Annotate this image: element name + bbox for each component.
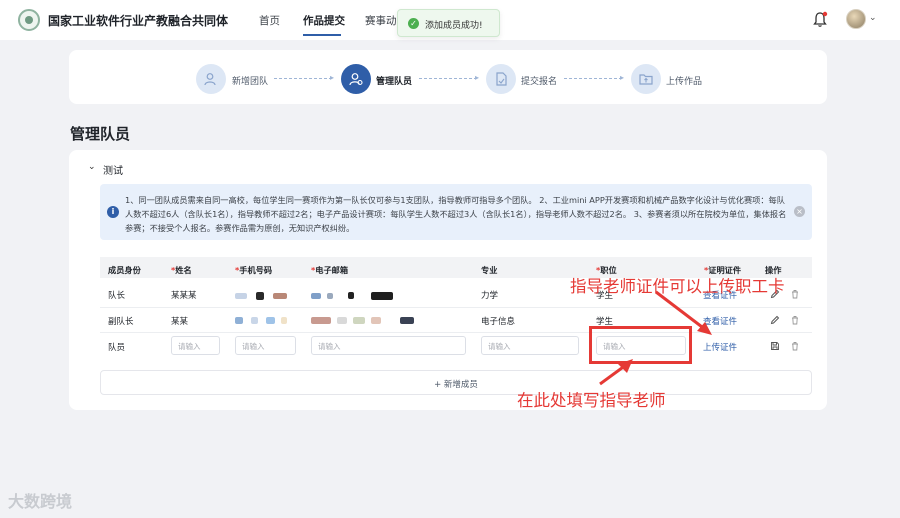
redacted-phone bbox=[235, 293, 247, 299]
col-role: 成员身份 bbox=[108, 265, 141, 275]
step-label-upload-work: 上传作品 bbox=[666, 77, 703, 87]
save-icon[interactable] bbox=[770, 341, 780, 351]
col-major: 专业 bbox=[481, 265, 498, 275]
step-manage-members[interactable] bbox=[341, 64, 371, 94]
redacted-email bbox=[400, 317, 414, 324]
row-divider bbox=[100, 332, 812, 333]
step-connector bbox=[564, 78, 622, 79]
redacted-email bbox=[371, 317, 381, 324]
annotation-fill-teacher: 在此处填写指导老师 bbox=[517, 391, 666, 410]
delete-icon[interactable] bbox=[790, 341, 800, 351]
redacted-email bbox=[371, 292, 393, 300]
check-icon: ✓ bbox=[408, 18, 419, 29]
redacted-email bbox=[311, 317, 331, 324]
success-toast: ✓ 添加成员成功! bbox=[397, 9, 500, 37]
step-submit-registration[interactable] bbox=[486, 64, 516, 94]
user-avatar[interactable] bbox=[846, 9, 866, 29]
chevron-down-icon[interactable]: ⌄ bbox=[88, 162, 96, 172]
info-icon: i bbox=[107, 206, 119, 218]
upload-certificate-link[interactable]: 上传证件 bbox=[703, 341, 737, 353]
cell-name: 某某 bbox=[171, 317, 189, 327]
redacted-phone bbox=[235, 317, 243, 324]
team-icon bbox=[349, 73, 363, 86]
redacted-email bbox=[353, 317, 365, 324]
cell-role: 队员 bbox=[108, 343, 126, 353]
watermark: 大数跨境 bbox=[8, 492, 73, 511]
page-title: 管理队员 bbox=[70, 125, 131, 143]
cell-name: 某某某 bbox=[171, 291, 197, 301]
step-connector bbox=[274, 78, 332, 79]
annotation-highlight-box bbox=[589, 326, 692, 364]
close-icon[interactable]: × bbox=[794, 206, 805, 217]
upload-folder-icon bbox=[639, 74, 653, 85]
email-input[interactable]: 请输入 bbox=[311, 336, 466, 355]
redacted-email bbox=[311, 293, 321, 299]
step-connector bbox=[419, 78, 477, 79]
add-user-icon bbox=[204, 73, 216, 86]
logo-icon[interactable] bbox=[18, 9, 40, 31]
step-label-manage-members: 管理队员 bbox=[376, 77, 413, 87]
major-input[interactable]: 请输入 bbox=[481, 336, 579, 355]
col-phone: *手机号码 bbox=[235, 265, 273, 275]
nav-home[interactable]: 首页 bbox=[259, 13, 280, 28]
bell-icon[interactable] bbox=[812, 11, 828, 28]
arrow-right-icon: ▸ bbox=[330, 73, 335, 82]
toast-message: 添加成员成功! bbox=[425, 21, 483, 31]
redacted-email bbox=[327, 293, 333, 299]
brand-title: 国家工业软件行业产教融合共同体 bbox=[48, 14, 229, 28]
edit-icon[interactable] bbox=[770, 315, 780, 325]
document-icon bbox=[496, 72, 507, 86]
redacted-email bbox=[337, 317, 347, 324]
nav-news[interactable]: 赛事动态 bbox=[365, 13, 397, 28]
chevron-down-icon[interactable]: ⌄ bbox=[869, 13, 877, 23]
view-certificate-link[interactable]: 查看证件 bbox=[703, 315, 737, 327]
annotation-certificate: 指导老师证件可以上传职工卡 bbox=[570, 277, 785, 296]
redacted-email bbox=[348, 292, 354, 299]
name-input[interactable]: 请输入 bbox=[171, 336, 220, 355]
phone-input[interactable]: 请输入 bbox=[235, 336, 296, 355]
step-label-submit-registration: 提交报名 bbox=[521, 77, 558, 87]
cell-major: 电子信息 bbox=[481, 317, 516, 327]
col-name: *姓名 bbox=[171, 265, 192, 275]
delete-icon[interactable] bbox=[790, 289, 800, 299]
redacted-phone bbox=[266, 317, 275, 324]
nav-submit[interactable]: 作品提交 bbox=[303, 13, 345, 28]
team-name[interactable]: 测试 bbox=[103, 162, 123, 177]
add-member-button[interactable]: + 新增成员 bbox=[100, 370, 812, 395]
cell-role: 队长 bbox=[108, 291, 126, 301]
nav-active-underline bbox=[303, 34, 341, 36]
step-upload-work[interactable] bbox=[631, 64, 661, 94]
steps-card bbox=[69, 50, 827, 104]
redacted-phone bbox=[273, 293, 287, 299]
arrow-right-icon: ▸ bbox=[475, 73, 480, 82]
cell-major: 力学 bbox=[481, 291, 499, 301]
cell-role: 副队长 bbox=[108, 317, 134, 327]
redacted-phone bbox=[256, 292, 264, 300]
row-divider bbox=[100, 307, 812, 308]
step-label-new-team: 新增团队 bbox=[232, 77, 269, 87]
col-email: *电子邮箱 bbox=[311, 265, 349, 275]
redacted-phone bbox=[281, 317, 287, 324]
arrow-right-icon: ▸ bbox=[620, 73, 625, 82]
redacted-phone bbox=[251, 317, 258, 324]
step-new-team[interactable] bbox=[196, 64, 226, 94]
notice-text: 1、同一团队成员需来自同一高校，每位学生同一赛项作为第一队长仅可参与1支团队，指… bbox=[125, 195, 787, 233]
delete-icon[interactable] bbox=[790, 315, 800, 325]
